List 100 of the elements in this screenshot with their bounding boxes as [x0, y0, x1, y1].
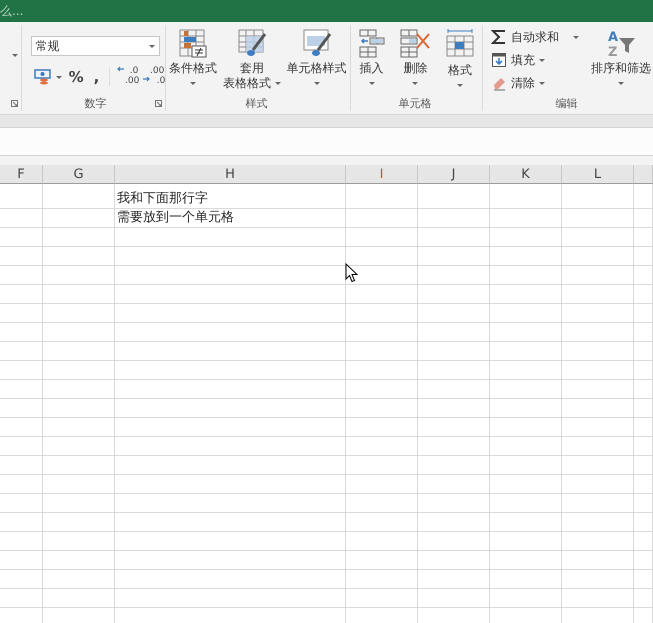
caret-icon[interactable] [56, 76, 62, 78]
sheet-cell[interactable] [115, 475, 346, 494]
sheet-cell[interactable] [490, 342, 562, 361]
sheet-cell[interactable] [346, 342, 418, 361]
sheet-cell[interactable] [418, 456, 490, 475]
sheet-cell[interactable] [0, 494, 43, 513]
sheet-cell[interactable] [490, 513, 562, 532]
sheet-cell[interactable] [43, 323, 115, 342]
sheet-cell[interactable] [634, 437, 653, 456]
sheet-cell[interactable] [346, 570, 418, 589]
sheet-cell[interactable] [43, 342, 115, 361]
sheet-cell[interactable] [490, 399, 562, 418]
sheet-cell[interactable] [115, 228, 346, 247]
sheet-cell[interactable] [418, 304, 490, 323]
sheet-cell[interactable] [346, 228, 418, 247]
sheet-cell[interactable] [490, 494, 562, 513]
sheet-cell[interactable] [634, 304, 653, 323]
sheet-cell[interactable] [43, 184, 115, 209]
sheet-cell[interactable] [0, 589, 43, 608]
sheet-cell[interactable] [115, 551, 346, 570]
sheet-cell[interactable] [418, 323, 490, 342]
sheet-cell[interactable] [562, 380, 634, 399]
sheet-cell[interactable] [418, 184, 490, 209]
dialog-launcher-icon[interactable] [155, 100, 162, 106]
sheet-cell[interactable] [490, 570, 562, 589]
sheet-cell[interactable] [562, 184, 634, 209]
percent-style-button[interactable]: % [66, 68, 87, 86]
sheet-cell[interactable] [346, 209, 418, 228]
sheet-cell[interactable] [562, 228, 634, 247]
sheet-cell[interactable] [562, 589, 634, 608]
sheet-cell[interactable] [634, 323, 653, 342]
caret-icon[interactable] [12, 54, 18, 56]
column-header[interactable]: G [43, 165, 115, 184]
sheet-cell[interactable] [115, 589, 346, 608]
sheet-cell[interactable] [43, 285, 115, 304]
sheet-cell[interactable] [490, 361, 562, 380]
sheet-cell[interactable]: 需要放到一个单元格 [115, 209, 346, 228]
sheet-cell[interactable] [346, 361, 418, 380]
sheet-cell[interactable] [562, 399, 634, 418]
sheet-cell[interactable] [490, 184, 562, 209]
sheet-cell[interactable] [634, 551, 653, 570]
increase-decimal-button[interactable]: .0 .00 [117, 66, 140, 88]
sheet-cell[interactable] [490, 551, 562, 570]
sheet-cell[interactable] [0, 570, 43, 589]
sheet-cell[interactable] [346, 285, 418, 304]
sheet-cell[interactable] [562, 361, 634, 380]
sheet-cell[interactable] [43, 551, 115, 570]
sheet-cell[interactable] [115, 247, 346, 266]
sheet-cell[interactable] [0, 380, 43, 399]
comma-style-button[interactable]: , [90, 68, 102, 86]
sheet-cell[interactable] [0, 184, 43, 209]
sheet-cell[interactable] [562, 532, 634, 551]
sheet-cell[interactable] [562, 304, 634, 323]
column-header[interactable]: L [562, 165, 634, 184]
sheet-cell[interactable] [43, 209, 115, 228]
dialog-launcher-icon[interactable] [10, 100, 18, 106]
sheet-cell[interactable] [418, 247, 490, 266]
sheet-cell[interactable] [0, 285, 43, 304]
sheet-cell[interactable] [634, 532, 653, 551]
sheet-cell[interactable] [418, 532, 490, 551]
sheet-cell[interactable] [0, 323, 43, 342]
sheet-cell[interactable] [43, 494, 115, 513]
sheet-cell[interactable] [562, 475, 634, 494]
sheet-cell[interactable] [418, 380, 490, 399]
cellstyle-button[interactable]: 单元格样式 [284, 28, 349, 85]
sheet-cell[interactable] [346, 475, 418, 494]
insert-button[interactable]: 插入 [356, 28, 388, 85]
sheet-cell[interactable] [490, 209, 562, 228]
column-header[interactable]: F [0, 165, 43, 184]
sheet-cell[interactable] [115, 570, 346, 589]
sheet-cell[interactable] [43, 570, 115, 589]
sheet-cell[interactable] [634, 285, 653, 304]
sheet-cell[interactable] [562, 418, 634, 437]
table-button[interactable]: 套用 表格格式 [220, 28, 283, 91]
sheet-cell[interactable] [634, 513, 653, 532]
sheet-cell[interactable] [115, 342, 346, 361]
sheet-cell[interactable] [43, 532, 115, 551]
sheet-cell[interactable] [490, 323, 562, 342]
sheet-cell[interactable] [490, 475, 562, 494]
sheet-cell[interactable] [115, 456, 346, 475]
sheet-cell[interactable] [490, 532, 562, 551]
sheet-cell[interactable] [346, 589, 418, 608]
sheet-cell[interactable] [634, 380, 653, 399]
sheet-cell[interactable] [490, 380, 562, 399]
sheet-cell[interactable] [418, 209, 490, 228]
sheet-cell[interactable] [490, 437, 562, 456]
sheet-cell[interactable] [418, 285, 490, 304]
sheet-cell[interactable] [115, 304, 346, 323]
sheet-cell[interactable] [115, 266, 346, 285]
conditional-button[interactable]: 条件格式 [167, 28, 220, 85]
sheet-cell[interactable] [634, 342, 653, 361]
sheet-cell[interactable] [43, 228, 115, 247]
sheet-cell[interactable] [562, 513, 634, 532]
sheet-cell[interactable] [0, 266, 43, 285]
sheet-cell[interactable] [634, 418, 653, 437]
sheet-cell[interactable] [634, 247, 653, 266]
sheet-cell[interactable] [0, 304, 43, 323]
sheet-cell[interactable] [0, 532, 43, 551]
sheet-cell[interactable] [634, 399, 653, 418]
sheet-cell[interactable] [634, 209, 653, 228]
